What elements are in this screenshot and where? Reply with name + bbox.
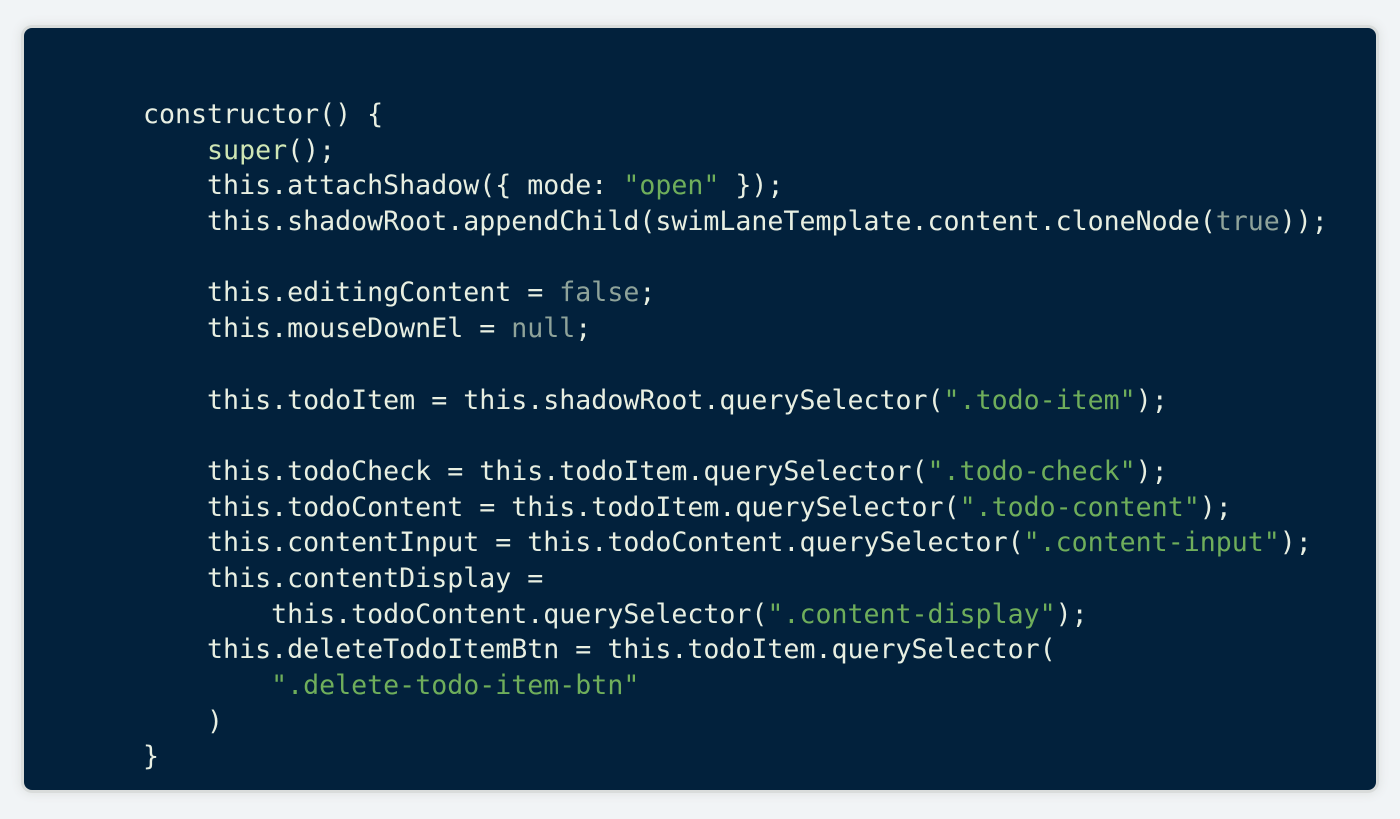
code-token: this.editingContent =	[143, 277, 560, 309]
code-line: this.mouseDownEl = null;	[143, 311, 1328, 347]
code-line: this.shadowRoot.appendChild(swimLaneTemp…	[143, 204, 1328, 240]
code-token: ));	[1279, 206, 1328, 238]
code-token: this.todoContent = this.todoItem.querySe…	[143, 491, 960, 523]
code-line: super();	[143, 133, 1328, 169]
code-line: this.editingContent = false;	[143, 275, 1328, 311]
code-token: );	[1135, 455, 1168, 487]
literal-token: null	[511, 313, 576, 345]
string-token: ".content-input"	[1023, 527, 1280, 559]
code-block: constructor() { super(); this.attachShad…	[143, 97, 1328, 775]
code-token: ;	[575, 313, 592, 345]
literal-token: false	[559, 277, 640, 309]
code-snippet-card: constructor() { super(); this.attachShad…	[24, 28, 1376, 790]
code-token: this.mouseDownEl =	[143, 313, 512, 345]
keyword-token: super	[207, 134, 288, 166]
string-token: ".todo-item"	[943, 384, 1136, 416]
code-line: this.todoCheck = this.todoItem.querySele…	[143, 454, 1328, 490]
code-token: );	[1199, 491, 1232, 523]
code-line: this.todoContent = this.todoItem.querySe…	[143, 490, 1328, 526]
code-line: }	[143, 739, 1328, 775]
code-token: ();	[287, 134, 336, 166]
code-token: this.shadowRoot.appendChild(swimLaneTemp…	[143, 206, 1216, 238]
code-token: );	[1279, 527, 1312, 559]
code-line: this.attachShadow({ mode: "open" });	[143, 168, 1328, 204]
code-token: this.deleteTodoItemBtn = this.todoItem.q…	[143, 634, 1056, 666]
code-token: });	[719, 170, 784, 202]
code-line: this.contentDisplay =	[143, 561, 1328, 597]
string-token: "open"	[623, 170, 720, 202]
code-line: ".delete-todo-item-btn"	[143, 668, 1328, 704]
code-token: this.attachShadow({ mode:	[143, 170, 624, 202]
code-token: constructor() {	[143, 99, 384, 130]
code-line: this.todoItem = this.shadowRoot.querySel…	[143, 383, 1328, 419]
code-line: this.contentInput = this.todoContent.que…	[143, 525, 1328, 561]
code-token: this.todoContent.querySelector(	[143, 598, 768, 630]
code-line: this.deleteTodoItemBtn = this.todoItem.q…	[143, 632, 1328, 668]
string-token: ".content-display"	[767, 598, 1056, 630]
code-line: this.todoContent.querySelector(".content…	[143, 597, 1328, 633]
code-token: this.contentDisplay =	[143, 562, 544, 594]
code-token: }	[143, 741, 160, 773]
code-token: );	[1135, 384, 1168, 416]
string-token: ".todo-content"	[959, 491, 1200, 523]
code-token: this.todoItem = this.shadowRoot.querySel…	[143, 384, 944, 416]
code-token: ;	[639, 277, 656, 309]
code-token: this.contentInput = this.todoContent.que…	[143, 527, 1024, 559]
string-token: ".todo-check"	[927, 455, 1136, 487]
code-token: this.todoCheck = this.todoItem.querySele…	[143, 455, 928, 487]
code-token: )	[143, 705, 224, 737]
literal-token: true	[1215, 206, 1280, 238]
string-token: ".delete-todo-item-btn"	[271, 670, 640, 701]
code-line: constructor() {	[143, 97, 1328, 133]
code-line: )	[143, 704, 1328, 740]
code-token: );	[1055, 598, 1088, 630]
